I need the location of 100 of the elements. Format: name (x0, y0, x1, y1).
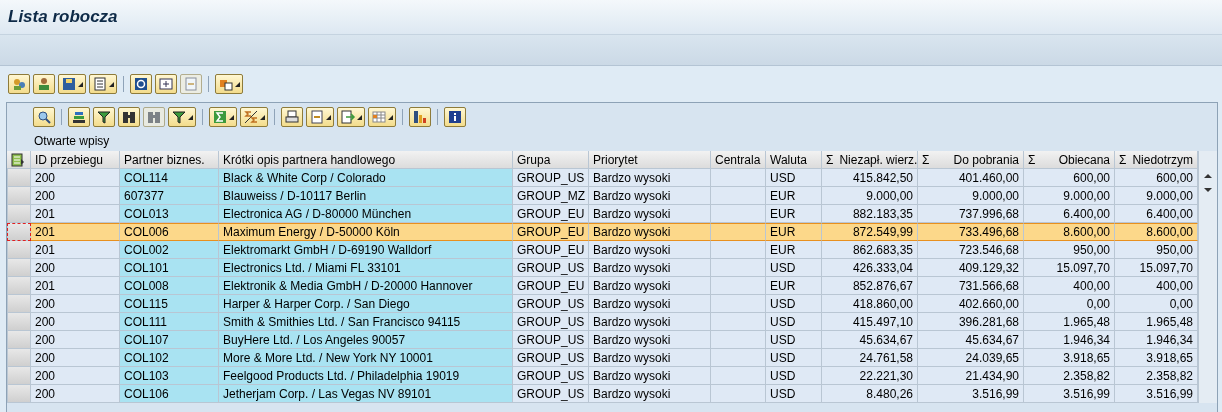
table-cell: GROUP_US (513, 385, 589, 403)
table-cell: 45.634,67 (822, 331, 918, 349)
table-cell: 21.434,90 (918, 367, 1024, 385)
column-header[interactable]: Waluta (766, 151, 822, 169)
table-cell: 723.546,68 (918, 241, 1024, 259)
sum-icon: Σ (922, 152, 930, 167)
table-cell: Black & White Corp / Colorado (219, 169, 513, 187)
sort-icon (71, 109, 87, 125)
table-cell: 3.918,65 (1115, 349, 1198, 367)
table-cell: 9.000,00 (918, 187, 1024, 205)
table-cell: 415.497,10 (822, 313, 918, 331)
table-cell: 400,00 (1024, 277, 1115, 295)
column-header[interactable]: Krótki opis partnera handlowego (219, 151, 513, 169)
toolbar-button[interactable] (118, 107, 140, 127)
table-cell: GROUP_EU (513, 223, 589, 241)
table-cell: 200 (31, 169, 120, 187)
column-header[interactable]: Partner biznes. (120, 151, 219, 169)
table-cell: 201 (31, 205, 120, 223)
table-cell: COL107 (120, 331, 219, 349)
toolbar-button[interactable] (93, 107, 115, 127)
sum-icon: Σ (1028, 152, 1036, 167)
table-cell: Blauweiss / D-10117 Berlin (219, 187, 513, 205)
column-header[interactable]: Σ Obiecana (1024, 151, 1115, 169)
column-header[interactable]: Priorytet (589, 151, 711, 169)
table-cell: 201 (31, 241, 120, 259)
column-header[interactable]: ID przebiegu (31, 151, 120, 169)
table-cell: GROUP_US (513, 169, 589, 187)
toolbar-button[interactable] (409, 107, 431, 127)
table-cell: 402.660,00 (918, 295, 1024, 313)
toolbar-button[interactable] (68, 107, 90, 127)
table-cell: 200 (31, 259, 120, 277)
table-cell: Bardzo wysoki (589, 259, 711, 277)
table-cell: 733.496,68 (918, 223, 1024, 241)
caret-icon (326, 114, 331, 120)
table-cell: Maximum Energy / D-50000 Köln (219, 223, 513, 241)
table-cell: GROUP_US (513, 349, 589, 367)
table-cell: GROUP_US (513, 367, 589, 385)
table-cell: Harper & Harper Corp. / San Diego (219, 295, 513, 313)
column-header[interactable]: Grupa (513, 151, 589, 169)
column-header[interactable]: Σ Niedotrzym (1115, 151, 1198, 169)
people-icon (11, 76, 27, 92)
table-cell: 1.965,48 (1115, 313, 1198, 331)
list-icon (92, 76, 108, 92)
toolbar-button[interactable] (240, 107, 268, 127)
table-cell: USD (766, 313, 822, 331)
table-cell: USD (766, 295, 822, 313)
caret-icon (235, 81, 240, 87)
column-header[interactable]: Centrala (711, 151, 766, 169)
caret-icon (357, 114, 362, 120)
table-cell: Bardzo wysoki (589, 349, 711, 367)
bar-chart-icon (412, 109, 428, 125)
table-cell: 9.000,00 (1115, 187, 1198, 205)
filter-icon (96, 109, 112, 125)
table-cell: EUR (766, 277, 822, 295)
column-header[interactable]: Σ Niezapł. wierz. (822, 151, 918, 169)
table-cell: USD (766, 385, 822, 403)
table-cell: 852.876,67 (822, 277, 918, 295)
table-cell: 426.333,04 (822, 259, 918, 277)
table-cell: USD (766, 169, 822, 187)
printer-icon (284, 109, 300, 125)
table-cell: 8.480,26 (822, 385, 918, 403)
table-cell: 862.683,35 (822, 241, 918, 259)
table-cell: Bardzo wysoki (589, 223, 711, 241)
table-cell: Bardzo wysoki (589, 241, 711, 259)
table-cell: 607377 (120, 187, 219, 205)
table-cell: Elektronik & Media GmbH / D-20000 Hannover (219, 277, 513, 295)
toolbar-button[interactable] (444, 107, 466, 127)
table-cell: GROUP_US (513, 295, 589, 313)
table-cell: 201 (31, 277, 120, 295)
toolbar-button[interactable] (168, 107, 196, 127)
table-cell: 2.358,82 (1024, 367, 1115, 385)
table-cell: GROUP_MZ (513, 187, 589, 205)
table-cell: 1.946,34 (1024, 331, 1115, 349)
toolbar-button[interactable] (130, 74, 152, 94)
table-cell: 6.400,00 (1024, 205, 1115, 223)
toolbar-button[interactable] (33, 107, 55, 127)
table-cell: Electronics Ltd. / Miami FL 33101 (219, 259, 513, 277)
grid-icon (371, 109, 387, 125)
row-selector[interactable] (7, 223, 31, 241)
table-cell: Jetherjam Corp. / Las Vegas NV 89101 (219, 385, 513, 403)
table-cell: 15.097,70 (1024, 259, 1115, 277)
toolbar-button[interactable] (58, 74, 86, 94)
caret-icon (109, 81, 114, 87)
table-cell: 9.000,00 (822, 187, 918, 205)
select-all-button[interactable] (7, 151, 31, 169)
table-cell: GROUP_EU (513, 277, 589, 295)
table-cell: 950,00 (1024, 241, 1115, 259)
window-title: Lista robocza (8, 7, 118, 27)
subtotal-icon (243, 109, 259, 125)
table-cell: COL114 (120, 169, 219, 187)
table-cell: 600,00 (1024, 169, 1115, 187)
table-cell: 418.860,00 (822, 295, 918, 313)
table-cell: 201 (31, 223, 120, 241)
table-cell: 200 (31, 313, 120, 331)
table-cell: COL103 (120, 367, 219, 385)
column-header[interactable]: Σ Do pobrania (918, 151, 1024, 169)
table-cell: COL002 (120, 241, 219, 259)
table-cell: Bardzo wysoki (589, 295, 711, 313)
table-cell: COL106 (120, 385, 219, 403)
table-cell: GROUP_US (513, 259, 589, 277)
